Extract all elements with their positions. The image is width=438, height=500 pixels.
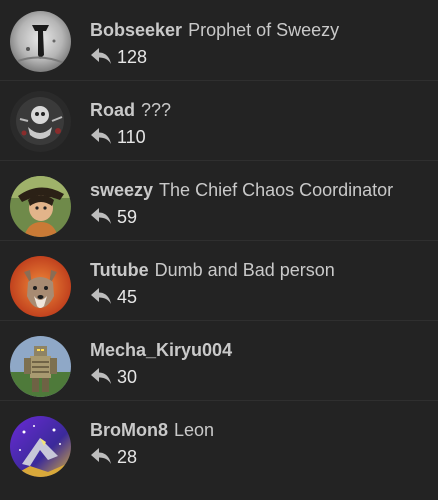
user-row[interactable]: Tutube Dumb and Bad person 45 [0, 240, 438, 320]
tutube-avatar-image [10, 256, 71, 317]
count-value: 59 [117, 207, 138, 227]
username[interactable]: Mecha_Kiryu004 [90, 340, 232, 360]
avatar[interactable] [10, 416, 71, 477]
reply-arrow-icon [91, 208, 111, 224]
user-title: The Chief Chaos Coordinator [159, 180, 394, 200]
user-list: Bobseeker Prophet of Sweezy 128 Road ???… [0, 0, 438, 500]
avatar[interactable] [10, 256, 71, 317]
sweezy-avatar-image [10, 176, 71, 237]
name-line: Mecha_Kiryu004 [90, 339, 238, 361]
user-row[interactable]: Mecha_Kiryu004 30 [0, 320, 438, 400]
user-row[interactable]: Road??? 110 [0, 80, 438, 160]
avatar[interactable] [10, 91, 71, 152]
road-avatar-image [10, 91, 71, 152]
bobseeker-avatar-image [10, 11, 71, 72]
avatar[interactable] [10, 11, 71, 72]
name-line: BroMon8 Leon [90, 419, 214, 441]
reply-arrow-icon [91, 128, 111, 144]
bromon8-avatar-image [10, 416, 71, 477]
user-title: ??? [141, 100, 172, 120]
user-row[interactable]: Bobseeker Prophet of Sweezy 128 [0, 0, 438, 80]
avatar[interactable] [10, 176, 71, 237]
name-line: sweezy The Chief Chaos Coordinator [90, 179, 393, 201]
name-line: Bobseeker Prophet of Sweezy [90, 19, 339, 41]
reply-arrow-icon [91, 288, 111, 304]
count-value: 45 [117, 287, 138, 307]
username[interactable]: sweezy [90, 180, 153, 200]
username[interactable]: Bobseeker [90, 20, 182, 40]
reply-arrow-icon [91, 48, 111, 64]
name-line: Road??? [90, 99, 171, 121]
name-line: Tutube Dumb and Bad person [90, 259, 335, 281]
reply-arrow-icon [91, 448, 111, 464]
count-value: 30 [117, 367, 138, 387]
count-value: 128 [117, 47, 148, 67]
user-title: Prophet of Sweezy [188, 20, 340, 40]
avatar[interactable] [10, 336, 71, 397]
reply-arrow-icon [91, 368, 111, 384]
username[interactable]: Tutube [90, 260, 149, 280]
user-row[interactable]: sweezy The Chief Chaos Coordinator 59 [0, 160, 438, 240]
username[interactable]: BroMon8 [90, 420, 168, 440]
user-title: Dumb and Bad person [154, 260, 335, 280]
user-row[interactable]: BroMon8 Leon 28 [0, 400, 438, 480]
count-value: 28 [117, 447, 138, 467]
username[interactable]: Road [90, 100, 135, 120]
mecha-kiryu-avatar-image [10, 336, 71, 397]
user-title: Leon [174, 420, 215, 440]
count-value: 110 [117, 127, 146, 147]
